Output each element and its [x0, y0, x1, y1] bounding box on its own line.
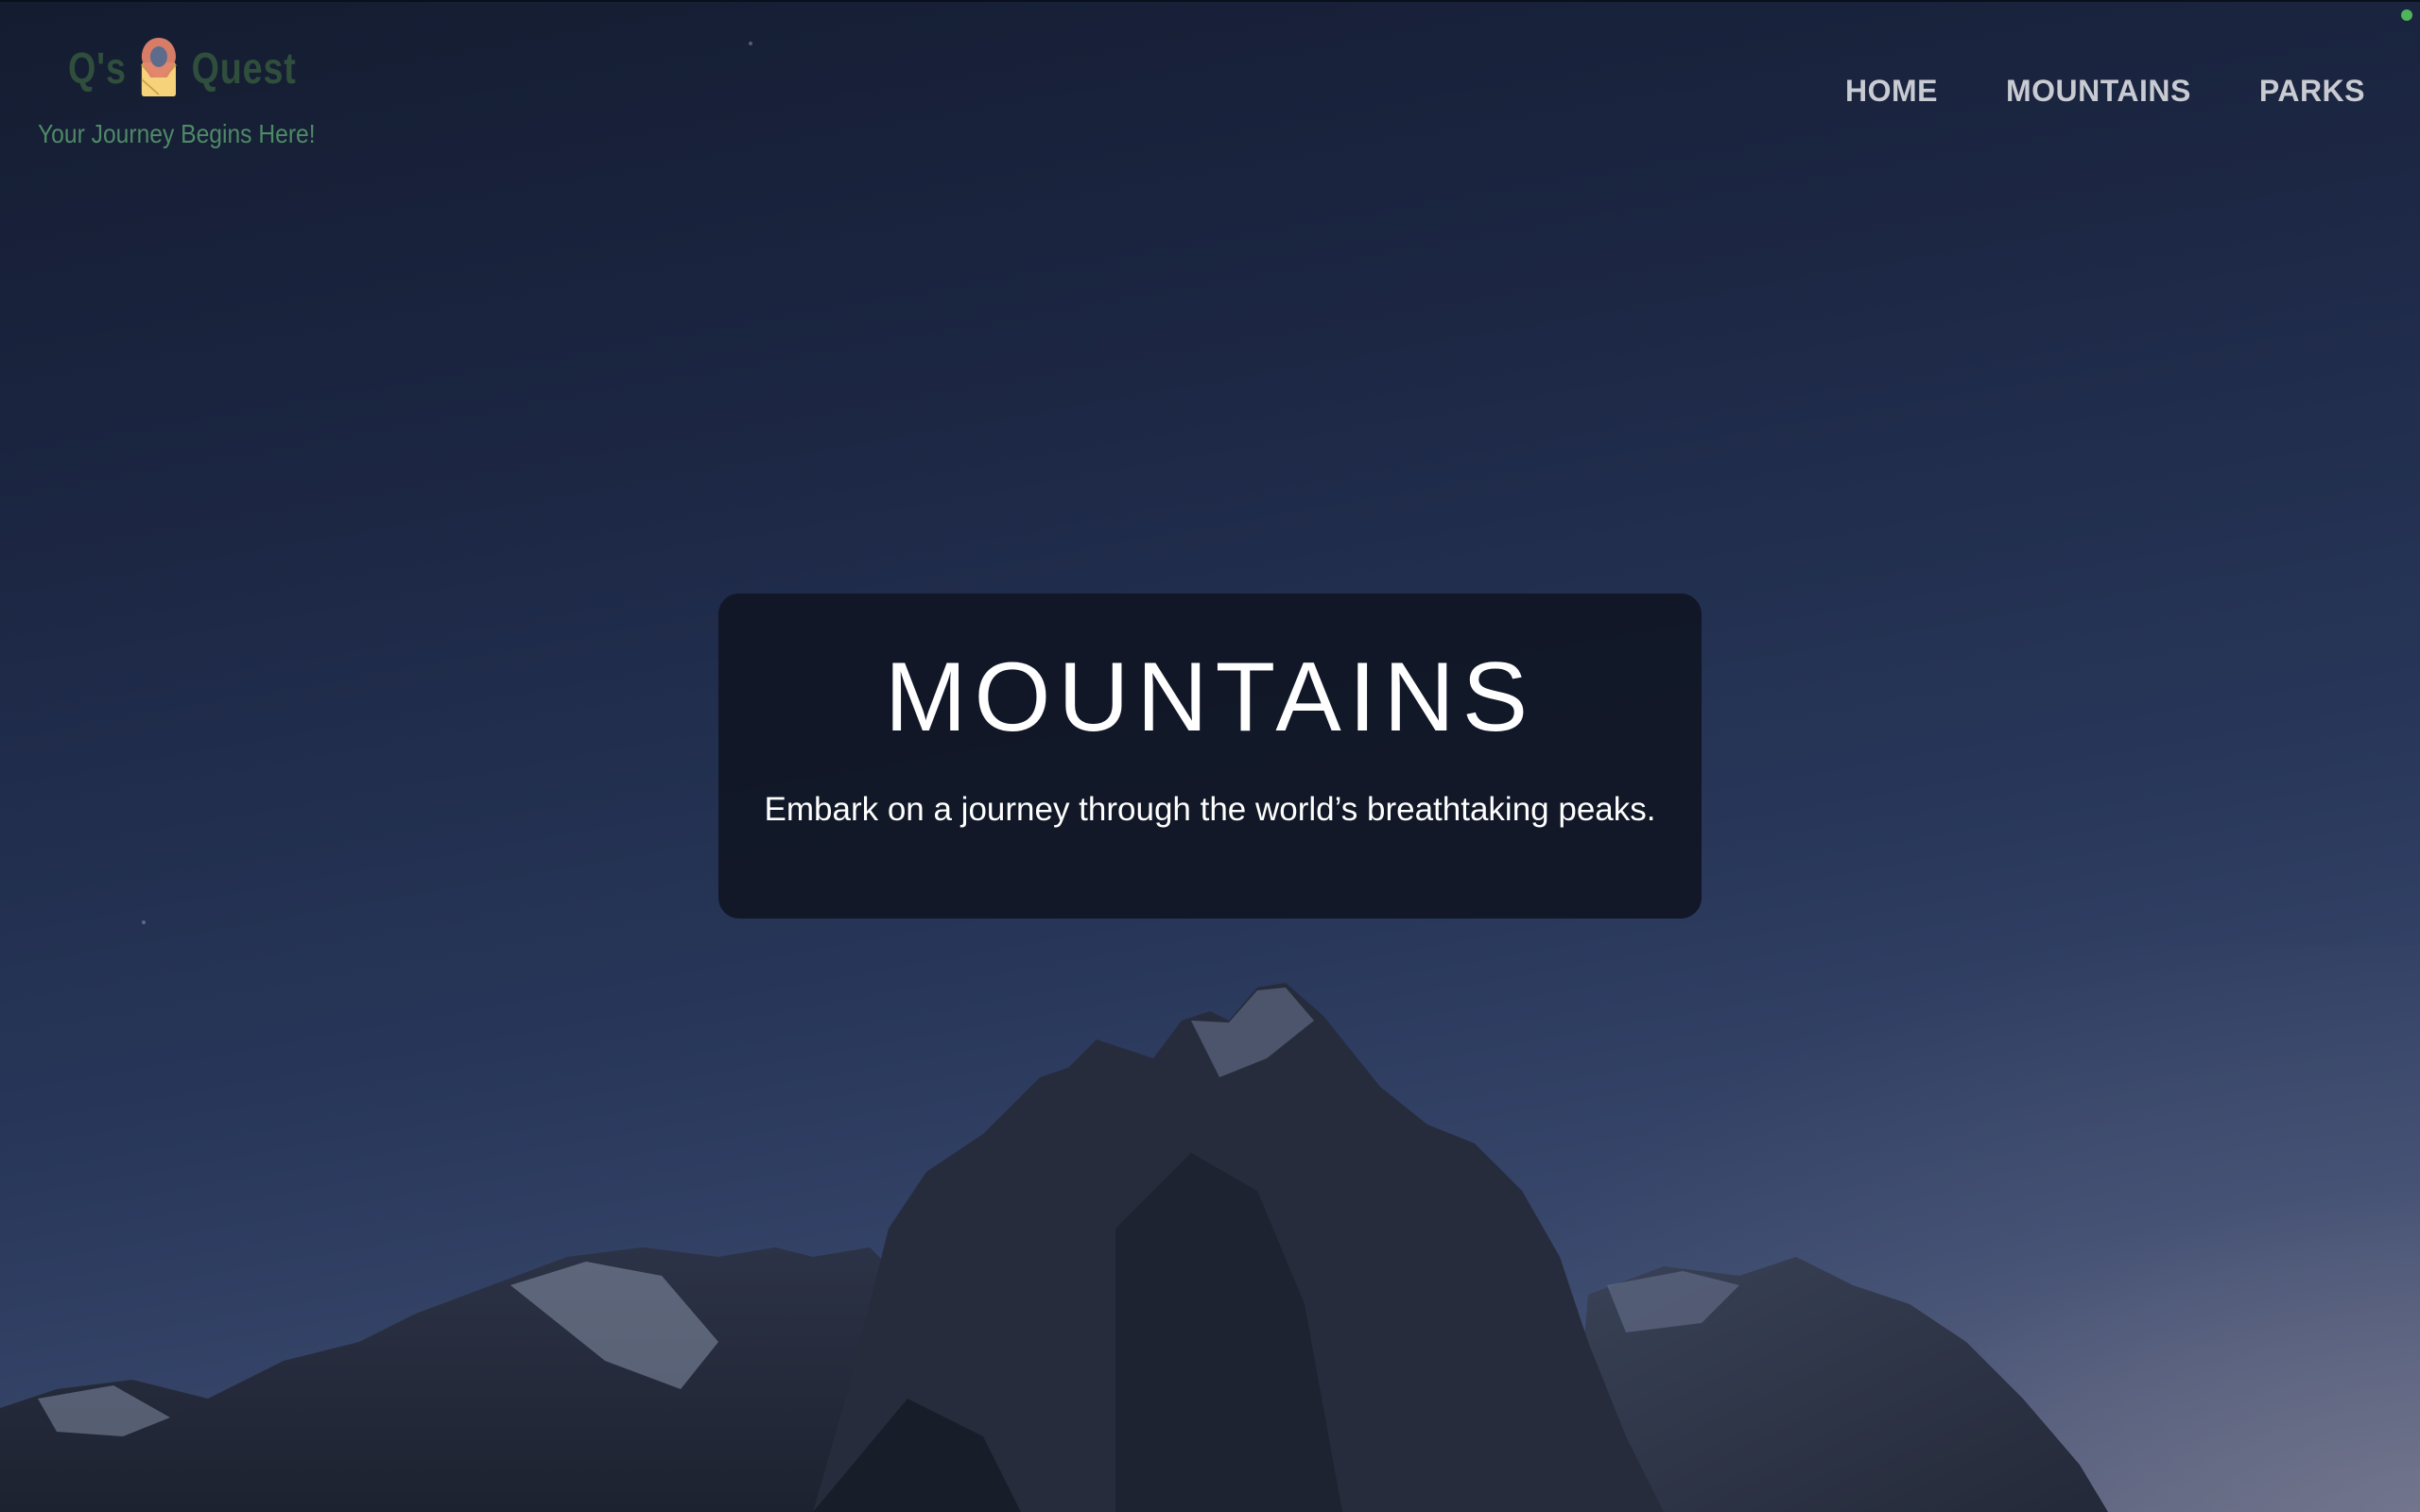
- nav-home-link[interactable]: HOME: [1845, 74, 1938, 109]
- star: [749, 42, 752, 45]
- logo-prefix: Q's: [68, 43, 127, 93]
- hero-card: MOUNTAINS Embark on a journey through th…: [718, 593, 1702, 919]
- logo-suffix: Quest: [191, 43, 297, 93]
- logo-tagline: Your Journey Begins Here!: [38, 119, 316, 148]
- star: [142, 920, 146, 924]
- page: Q's Quest Your Journey Begins Here! HOME…: [0, 0, 2420, 1512]
- main-nav: HOME MOUNTAINS PARKS: [1845, 74, 2365, 109]
- nav-mountains-link[interactable]: MOUNTAINS: [2006, 74, 2191, 109]
- status-dot: [2401, 9, 2412, 21]
- logo-title: Q's Quest: [68, 34, 297, 102]
- nav-parks-link[interactable]: PARKS: [2259, 74, 2365, 109]
- hero-subtitle: Embark on a journey through the world’s …: [764, 791, 1656, 828]
- top-border: [0, 0, 2420, 2]
- mountain-ridge-left: [0, 1247, 945, 1512]
- site-logo[interactable]: Q's Quest Your Journey Begins Here!: [38, 34, 340, 157]
- hero-title: MOUNTAINS: [884, 643, 1536, 752]
- mountain-background: [0, 983, 2108, 1512]
- map-pin-envelope-icon: [141, 38, 178, 96]
